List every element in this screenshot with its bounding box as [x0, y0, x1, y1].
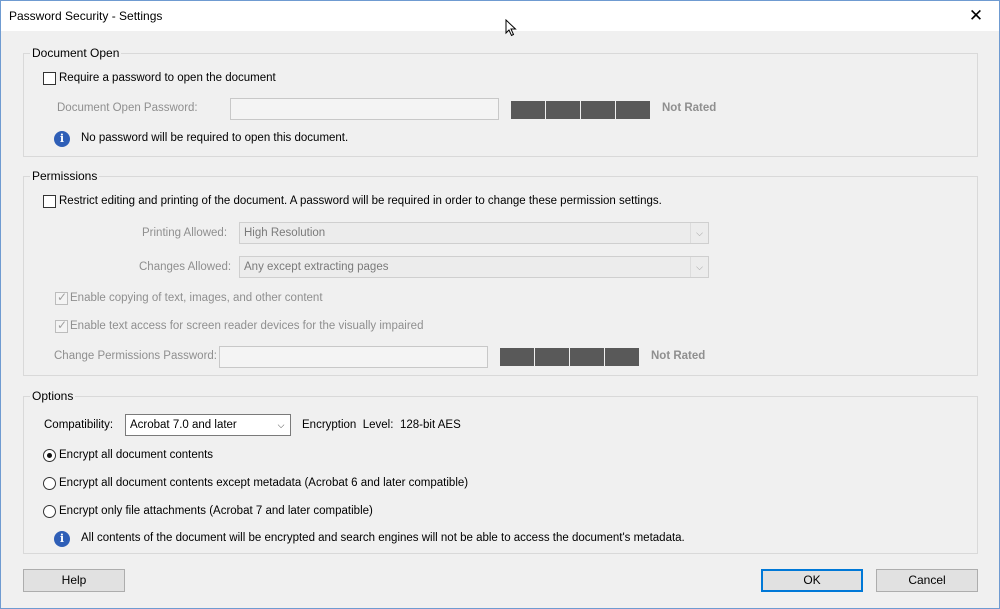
- title-bar: Password Security - Settings ✕: [1, 1, 999, 31]
- changes-allowed-select[interactable]: Any except extracting pages ⌵: [239, 256, 709, 278]
- encrypt-attachments-label: Encrypt only file attachments (Acrobat 7…: [59, 505, 373, 517]
- changes-allowed-value: Any except extracting pages: [244, 261, 389, 273]
- printing-allowed-select[interactable]: High Resolution ⌵: [239, 222, 709, 244]
- permissions-group: Permissions Restrict editing and printin…: [23, 169, 978, 376]
- chevron-down-icon: ⌵: [690, 223, 708, 243]
- info-icon: i: [54, 531, 70, 547]
- document-open-strength-meter: [511, 101, 650, 119]
- permissions-rating: Not Rated: [651, 350, 706, 362]
- enable-copying-checkbox[interactable]: ✓: [55, 290, 68, 305]
- strength-segment: [616, 101, 650, 119]
- encryption-level-value: 128-bit AES: [400, 419, 461, 431]
- options-info-text: All contents of the document will be enc…: [81, 532, 685, 544]
- strength-segment: [570, 348, 604, 366]
- document-open-info-text: No password will be required to open thi…: [81, 132, 349, 144]
- cancel-button[interactable]: Cancel: [876, 569, 978, 592]
- help-button[interactable]: Help: [23, 569, 125, 592]
- encrypt-except-metadata-radio[interactable]: [43, 477, 56, 490]
- require-password-checkbox[interactable]: [43, 72, 56, 85]
- checkmark-icon: ✓: [57, 290, 68, 304]
- document-open-password-label: Document Open Password:: [57, 102, 198, 114]
- screen-reader-access-checkbox[interactable]: ✓: [55, 318, 68, 333]
- mouse-cursor-icon: [505, 19, 517, 37]
- options-group: Options Compatibility: Acrobat 7.0 and l…: [23, 389, 978, 554]
- window-title: Password Security - Settings: [9, 9, 163, 23]
- close-button[interactable]: ✕: [959, 4, 993, 28]
- permissions-strength-meter: [500, 348, 639, 366]
- document-open-legend: Document Open: [30, 46, 122, 60]
- require-password-label: Require a password to open the document: [59, 72, 276, 84]
- strength-segment: [581, 101, 615, 119]
- info-icon: i: [54, 131, 70, 147]
- printing-allowed-label: Printing Allowed:: [142, 227, 228, 239]
- encrypt-attachments-radio[interactable]: [43, 505, 56, 518]
- strength-segment: [511, 101, 545, 119]
- restrict-editing-checkbox[interactable]: [43, 195, 56, 208]
- checkmark-icon: ✓: [57, 318, 68, 332]
- encrypt-except-metadata-label: Encrypt all document contents except met…: [59, 477, 469, 489]
- strength-segment: [605, 348, 639, 366]
- ok-button[interactable]: OK: [761, 569, 863, 592]
- options-legend: Options: [30, 389, 76, 403]
- encrypt-all-label: Encrypt all document contents: [59, 449, 214, 461]
- changes-allowed-label: Changes Allowed:: [139, 261, 232, 273]
- printing-allowed-value: High Resolution: [244, 227, 326, 239]
- screen-reader-access-label: Enable text access for screen reader dev…: [70, 320, 424, 332]
- close-icon: ✕: [968, 6, 984, 25]
- strength-segment: [535, 348, 569, 366]
- compatibility-select[interactable]: Acrobat 7.0 and later ⌵: [125, 414, 291, 436]
- password-security-dialog: Password Security - Settings ✕ Document …: [0, 0, 1000, 609]
- document-open-rating: Not Rated: [662, 102, 717, 114]
- encryption-level-label: Encryption Level:: [302, 419, 394, 431]
- chevron-down-icon: ⌵: [690, 257, 708, 277]
- change-permissions-password-field[interactable]: [219, 346, 488, 368]
- document-open-password-field[interactable]: [230, 98, 499, 120]
- compatibility-value: Acrobat 7.0 and later: [130, 419, 237, 431]
- permissions-legend: Permissions: [30, 169, 100, 183]
- enable-copying-label: Enable copying of text, images, and othe…: [70, 292, 323, 304]
- chevron-down-icon: ⌵: [277, 420, 285, 430]
- change-permissions-password-label: Change Permissions Password:: [54, 350, 217, 362]
- restrict-editing-label: Restrict editing and printing of the doc…: [59, 195, 662, 207]
- compatibility-label: Compatibility:: [44, 419, 114, 431]
- strength-segment: [546, 101, 580, 119]
- strength-segment: [500, 348, 534, 366]
- encrypt-all-radio[interactable]: [43, 449, 56, 462]
- document-open-group: Document Open Require a password to open…: [23, 46, 978, 157]
